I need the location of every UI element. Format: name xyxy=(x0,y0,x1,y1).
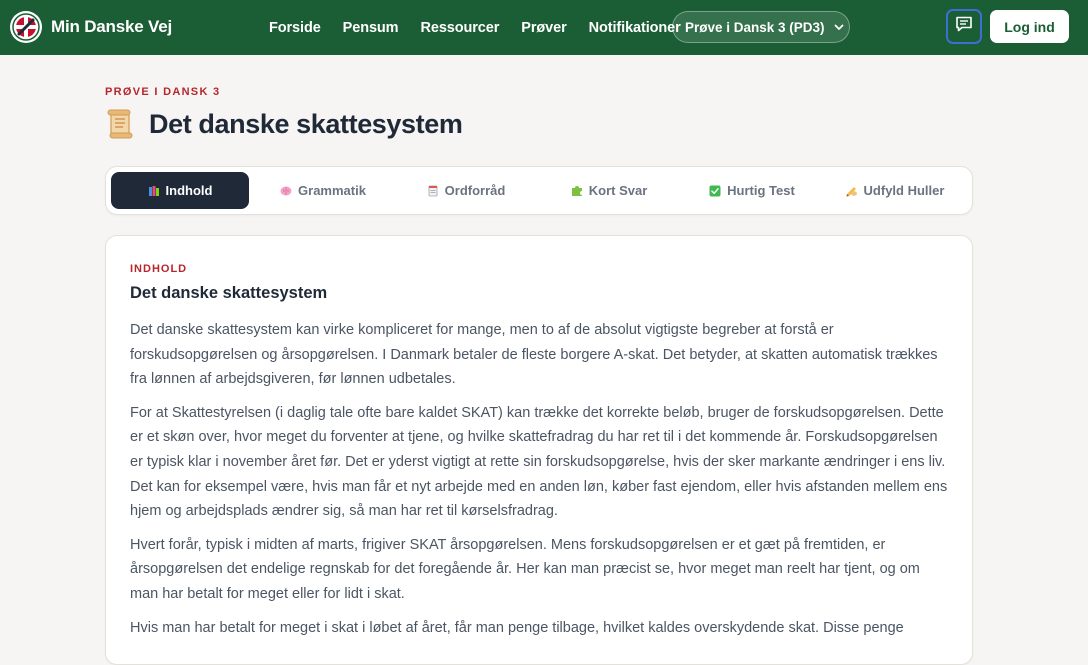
page-title-text: Det danske skattesystem xyxy=(149,108,463,139)
feedback-button[interactable] xyxy=(946,9,982,44)
tab-kort-svar-label: Kort Svar xyxy=(588,183,648,198)
login-button[interactable]: Log ind xyxy=(990,10,1069,43)
note-icon xyxy=(427,185,439,197)
writing-hand-icon xyxy=(846,185,858,197)
puzzle-icon xyxy=(571,185,583,197)
nav-link-pensum[interactable]: Pensum xyxy=(343,20,399,36)
tab-ordforrad[interactable]: Ordforråd xyxy=(397,172,535,209)
nav-link-ressourcer[interactable]: Ressourcer xyxy=(420,20,499,36)
content-paragraph: Det danske skattesystem kan virke kompli… xyxy=(130,322,938,388)
tab-grammatik[interactable]: Grammatik xyxy=(254,172,392,209)
content-body: Det danske skattesystem kan virke kompli… xyxy=(130,318,950,649)
brand-title: Min Danske Vej xyxy=(51,17,172,36)
tab-bar: Indhold Grammatik Ordforråd Kort Svar Hu… xyxy=(105,166,973,215)
content-eyebrow: INDHOLD xyxy=(130,263,188,275)
brand[interactable]: Min Danske Vej xyxy=(10,11,172,43)
content-card: INDHOLD Det danske skattesystem Det dans… xyxy=(105,235,973,665)
nav-link-notifikationer[interactable]: Notifikationer xyxy=(589,20,681,36)
tab-hurtig-test-label: Hurtig Test xyxy=(727,183,795,198)
content-title: Det danske skattesystem xyxy=(130,284,328,302)
nav-link-prover[interactable]: Prøver xyxy=(521,20,566,36)
top-navigation-bar: Min Danske Vej Forside Pensum Ressourcer… xyxy=(0,0,1088,55)
content-paragraph: Hvis man har betalt for meget i skat i l… xyxy=(130,619,904,636)
check-icon xyxy=(709,185,721,197)
chat-icon xyxy=(954,14,974,39)
content-paragraph: Hvert forår, typisk i midten af marts, f… xyxy=(130,536,920,602)
books-icon xyxy=(148,185,160,197)
tab-grammatik-label: Grammatik xyxy=(298,183,366,198)
tab-udfyld-huller[interactable]: Udfyld Huller xyxy=(826,172,964,209)
exam-selector-dropdown[interactable]: Prøve i Dansk 3 (PD3) xyxy=(672,11,850,43)
page-title: Det danske skattesystem xyxy=(105,108,463,140)
brain-icon xyxy=(280,185,292,197)
page-eyebrow: PRØVE I DANSK 3 xyxy=(105,86,221,98)
tab-udfyld-huller-label: Udfyld Huller xyxy=(863,183,945,198)
exam-selector-label: Prøve i Dansk 3 (PD3) xyxy=(685,19,825,35)
tab-indhold-label: Indhold xyxy=(165,183,213,198)
scroll-icon xyxy=(105,108,135,140)
tab-indhold[interactable]: Indhold xyxy=(111,172,249,209)
chevron-down-icon xyxy=(833,21,845,33)
nav-link-forside[interactable]: Forside xyxy=(269,20,321,36)
content-paragraph: For at Skattestyrelsen (i daglig tale of… xyxy=(130,404,948,520)
tab-ordforrad-label: Ordforråd xyxy=(444,183,506,198)
main-nav: Forside Pensum Ressourcer Prøver Notifik… xyxy=(269,0,703,55)
tab-hurtig-test[interactable]: Hurtig Test xyxy=(683,172,821,209)
brand-logo-icon xyxy=(10,11,42,43)
tab-kort-svar[interactable]: Kort Svar xyxy=(540,172,678,209)
